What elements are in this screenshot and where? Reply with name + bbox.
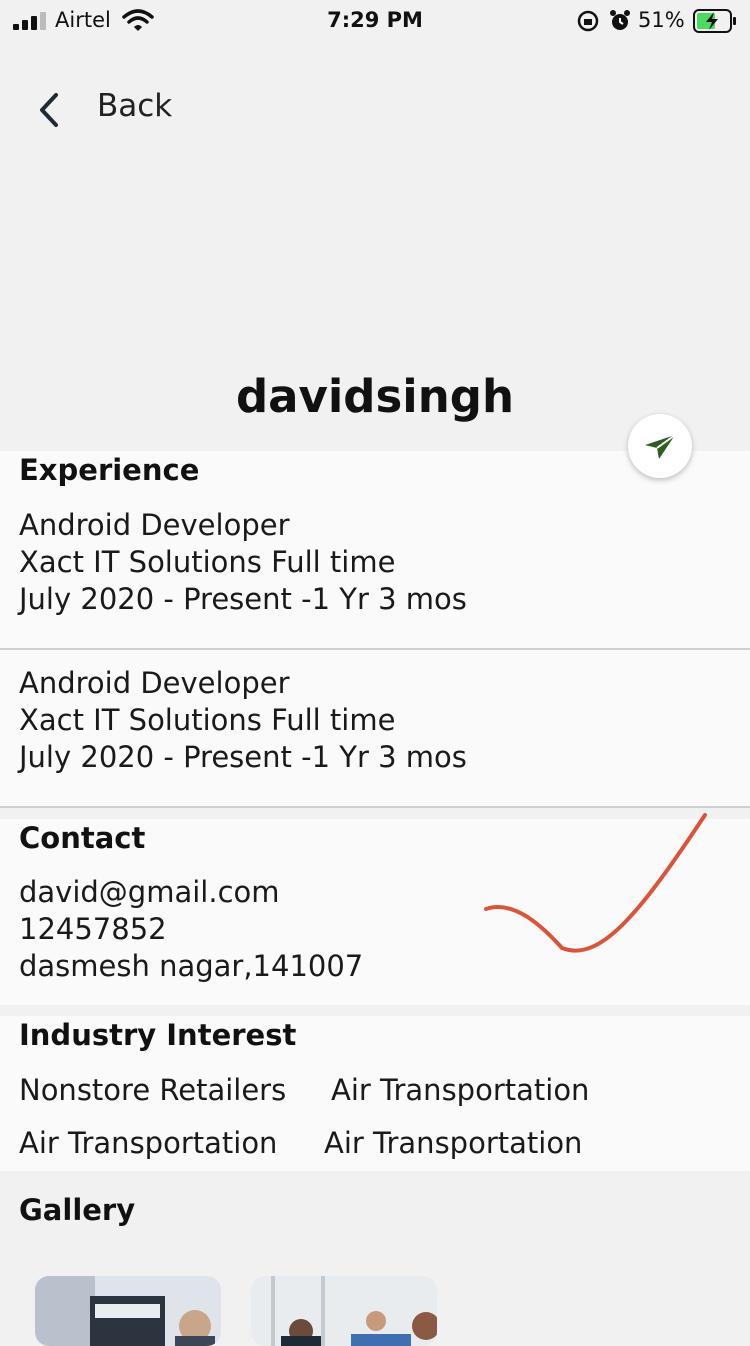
industry-tag: Air Transportation xyxy=(331,1073,590,1107)
experience-period: July 2020 - Present -1 Yr 3 mos xyxy=(19,582,467,616)
experience-company: Xact IT Solutions Full time xyxy=(19,545,396,579)
gallery-image[interactable] xyxy=(251,1276,437,1346)
contact-title: Contact xyxy=(19,821,146,855)
contact-phone[interactable]: 12457852 xyxy=(19,911,363,948)
rotation-lock-icon xyxy=(577,10,599,32)
industry-tag: Air Transportation xyxy=(19,1126,278,1160)
experience-item: Android Developer Xact IT Solutions Full… xyxy=(19,665,467,776)
experience-title: Experience xyxy=(19,453,200,487)
industry-tag: Nonstore Retailers xyxy=(19,1073,287,1107)
industry-tag: Air Transportation xyxy=(324,1126,583,1160)
divider xyxy=(0,806,750,808)
profile-username: davidsingh xyxy=(235,370,515,423)
industry-interest-title: Industry Interest xyxy=(19,1018,297,1052)
back-button[interactable]: Back xyxy=(97,88,172,124)
battery-percent: 51% xyxy=(638,8,685,32)
experience-role: Android Developer xyxy=(19,666,290,700)
experience-section: Experience Android Developer Xact IT Sol… xyxy=(0,451,750,649)
contact-email[interactable]: david@gmail.com xyxy=(19,874,363,911)
experience-item-card: Android Developer Xact IT Solutions Full… xyxy=(0,650,750,807)
gallery-image[interactable] xyxy=(35,1276,221,1346)
status-bar: Airtel 7:29 PM 51% xyxy=(0,0,750,42)
checkmark-annotation xyxy=(484,813,707,953)
send-icon xyxy=(645,434,676,459)
gallery-title: Gallery xyxy=(19,1193,136,1227)
chevron-left-icon[interactable] xyxy=(34,90,64,130)
send-message-button[interactable] xyxy=(628,414,692,478)
contact-section: Contact david@gmail.com 12457852 dasmesh… xyxy=(0,813,750,1005)
industry-interest-section: Industry Interest Nonstore Retailers Air… xyxy=(0,1016,750,1171)
contact-address: dasmesh nagar,141007 xyxy=(19,949,364,983)
alarm-icon xyxy=(610,10,630,30)
experience-company: Xact IT Solutions Full time xyxy=(19,703,396,737)
experience-role: Android Developer xyxy=(19,508,290,542)
battery-charging-icon xyxy=(693,9,736,33)
experience-period: July 2020 - Present -1 Yr 3 mos xyxy=(19,740,467,774)
experience-item: Android Developer Xact IT Solutions Full… xyxy=(19,507,467,618)
